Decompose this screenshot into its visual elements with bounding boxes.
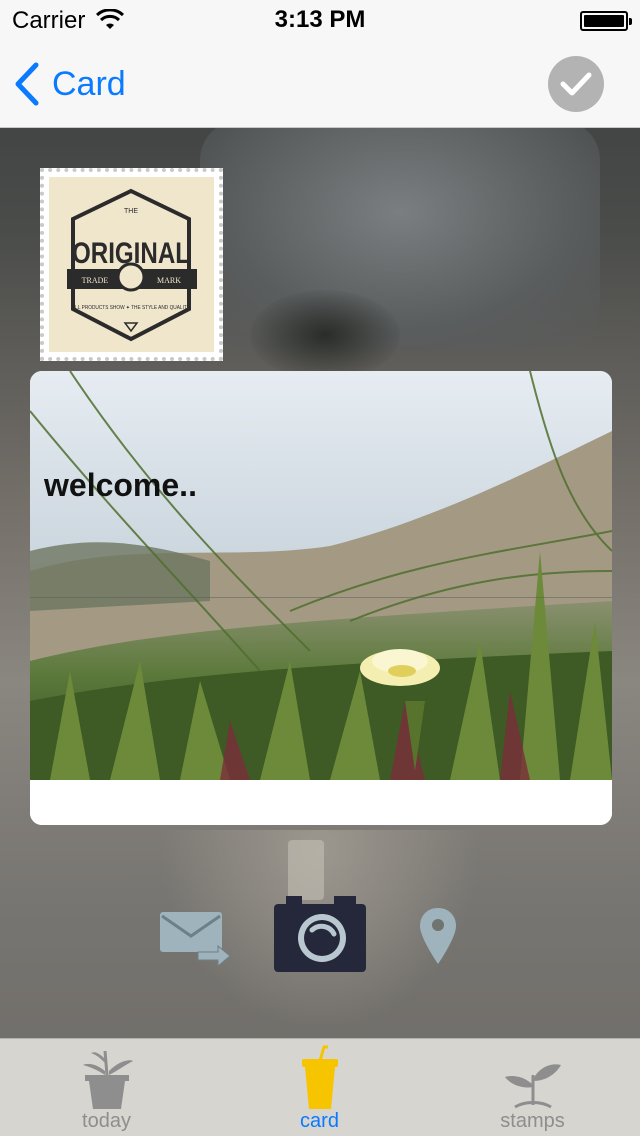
logo-left-text: TRADE: [82, 276, 109, 285]
clock: 3:13 PM: [274, 6, 366, 33]
tab-card[interactable]: card: [213, 1039, 426, 1136]
back-label: Card: [52, 64, 126, 103]
sprout-icon: [504, 1064, 561, 1109]
logo-bottom-text: ALL PRODUCTS SHOW ✦ THE STYLE AND QUALIT…: [72, 305, 191, 311]
stamp-thumbnail[interactable]: THE ORIGINAL TRADE MARK ALL PRODUCTS SHO…: [40, 168, 223, 361]
greeting-card[interactable]: welcome..: [30, 371, 612, 825]
tab-label-card: card: [300, 1110, 339, 1132]
logo-right-text: MARK: [157, 276, 181, 285]
original-trademark-logo: THE ORIGINAL TRADE MARK ALL PRODUCTS SHO…: [67, 188, 197, 342]
flower-photo: [30, 371, 612, 780]
potted-plant-icon: [82, 1050, 133, 1109]
chevron-left-icon: [15, 62, 39, 106]
tab-today[interactable]: today: [0, 1039, 213, 1136]
card-actions: [0, 890, 640, 980]
status-bar: Carrier 3:13 PM: [0, 0, 640, 40]
battery-full-icon: [580, 11, 632, 31]
navigation-bar: Card: [0, 40, 640, 128]
card-footer: [30, 780, 612, 825]
camera-icon[interactable]: [272, 894, 368, 974]
logo-top-text: THE: [124, 208, 138, 215]
stamp-image: THE ORIGINAL TRADE MARK ALL PRODUCTS SHO…: [49, 177, 214, 352]
checkmark-icon: [560, 72, 592, 96]
card-photo: welcome..: [30, 371, 612, 780]
location-pin-icon[interactable]: [418, 906, 458, 966]
tab-bar: today card stamps: [0, 1038, 640, 1136]
cup-icon: [301, 1045, 338, 1109]
card-divider-line: [30, 597, 612, 598]
background-blur-shape: [250, 290, 400, 380]
tab-stamps[interactable]: stamps: [426, 1039, 639, 1136]
tab-label-today: today: [82, 1110, 131, 1132]
card-message[interactable]: welcome..: [44, 467, 197, 504]
confirm-button[interactable]: [548, 56, 604, 112]
mail-forward-icon[interactable]: [158, 908, 232, 966]
tab-label-stamps: stamps: [500, 1110, 565, 1132]
back-button[interactable]: Card: [14, 60, 126, 108]
